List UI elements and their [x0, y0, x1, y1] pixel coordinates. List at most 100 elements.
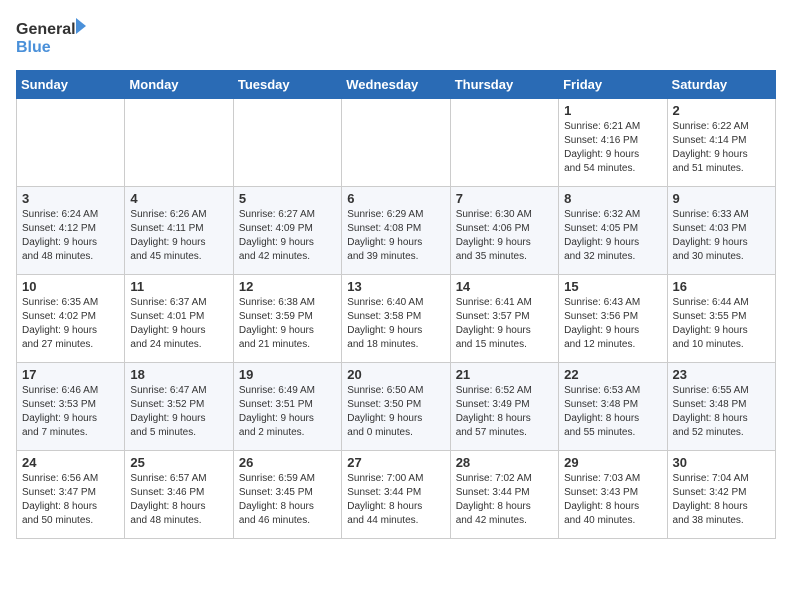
day-number: 30	[673, 455, 770, 470]
day-info: Sunrise: 6:52 AM Sunset: 3:49 PM Dayligh…	[456, 384, 553, 440]
weekday-header-row: SundayMondayTuesdayWednesdayThursdayFrid…	[17, 71, 776, 99]
day-info: Sunrise: 6:35 AM Sunset: 4:02 PM Dayligh…	[22, 296, 119, 352]
day-number: 20	[347, 367, 444, 382]
day-number: 11	[130, 279, 227, 294]
day-info: Sunrise: 6:32 AM Sunset: 4:05 PM Dayligh…	[564, 208, 661, 264]
calendar-cell	[17, 99, 125, 187]
calendar-cell: 3 Sunrise: 6:24 AM Sunset: 4:12 PM Daylig…	[17, 187, 125, 275]
calendar-cell: 13 Sunrise: 6:40 AM Sunset: 3:58 PM Dayli…	[342, 275, 450, 363]
weekday-header: Monday	[125, 71, 233, 99]
weekday-header: Wednesday	[342, 71, 450, 99]
day-info: Sunrise: 6:43 AM Sunset: 3:56 PM Dayligh…	[564, 296, 661, 352]
calendar-cell: 20 Sunrise: 6:50 AM Sunset: 3:50 PM Dayli…	[342, 363, 450, 451]
calendar-cell	[233, 99, 341, 187]
day-number: 4	[130, 191, 227, 206]
day-info: Sunrise: 6:46 AM Sunset: 3:53 PM Dayligh…	[22, 384, 119, 440]
calendar-cell: 8 Sunrise: 6:32 AM Sunset: 4:05 PM Daylig…	[559, 187, 667, 275]
logo-svg: GeneralBlue	[16, 16, 86, 58]
day-info: Sunrise: 6:47 AM Sunset: 3:52 PM Dayligh…	[130, 384, 227, 440]
day-info: Sunrise: 7:02 AM Sunset: 3:44 PM Dayligh…	[456, 472, 553, 528]
day-number: 15	[564, 279, 661, 294]
calendar-cell: 30 Sunrise: 7:04 AM Sunset: 3:42 PM Dayli…	[667, 451, 775, 539]
calendar-week-row: 3 Sunrise: 6:24 AM Sunset: 4:12 PM Daylig…	[17, 187, 776, 275]
day-info: Sunrise: 6:50 AM Sunset: 3:50 PM Dayligh…	[347, 384, 444, 440]
day-number: 19	[239, 367, 336, 382]
day-number: 6	[347, 191, 444, 206]
day-info: Sunrise: 6:22 AM Sunset: 4:14 PM Dayligh…	[673, 120, 770, 176]
day-number: 12	[239, 279, 336, 294]
day-number: 14	[456, 279, 553, 294]
calendar-week-row: 24 Sunrise: 6:56 AM Sunset: 3:47 PM Dayli…	[17, 451, 776, 539]
day-number: 28	[456, 455, 553, 470]
day-number: 2	[673, 103, 770, 118]
day-number: 18	[130, 367, 227, 382]
calendar-cell: 27 Sunrise: 7:00 AM Sunset: 3:44 PM Dayli…	[342, 451, 450, 539]
day-info: Sunrise: 6:26 AM Sunset: 4:11 PM Dayligh…	[130, 208, 227, 264]
calendar-cell: 2 Sunrise: 6:22 AM Sunset: 4:14 PM Daylig…	[667, 99, 775, 187]
calendar-cell: 10 Sunrise: 6:35 AM Sunset: 4:02 PM Dayli…	[17, 275, 125, 363]
weekday-header: Friday	[559, 71, 667, 99]
day-info: Sunrise: 6:44 AM Sunset: 3:55 PM Dayligh…	[673, 296, 770, 352]
calendar-cell: 14Sunrise: 6:41 AM Sunset: 3:57 PM Dayli…	[450, 275, 558, 363]
calendar-cell: 12 Sunrise: 6:38 AM Sunset: 3:59 PM Dayli…	[233, 275, 341, 363]
day-number: 8	[564, 191, 661, 206]
calendar-cell: 1 Sunrise: 6:21 AM Sunset: 4:16 PM Daylig…	[559, 99, 667, 187]
calendar-cell: 22 Sunrise: 6:53 AM Sunset: 3:48 PM Dayli…	[559, 363, 667, 451]
day-number: 7	[456, 191, 553, 206]
calendar-cell: 11 Sunrise: 6:37 AM Sunset: 4:01 PM Dayli…	[125, 275, 233, 363]
day-number: 1	[564, 103, 661, 118]
page-header: GeneralBlue	[16, 16, 776, 58]
calendar-cell: 9 Sunrise: 6:33 AM Sunset: 4:03 PM Daylig…	[667, 187, 775, 275]
day-info: Sunrise: 6:56 AM Sunset: 3:47 PM Dayligh…	[22, 472, 119, 528]
day-info: Sunrise: 6:55 AM Sunset: 3:48 PM Dayligh…	[673, 384, 770, 440]
svg-text:General: General	[16, 21, 76, 38]
calendar-cell	[125, 99, 233, 187]
day-number: 23	[673, 367, 770, 382]
day-info: Sunrise: 6:57 AM Sunset: 3:46 PM Dayligh…	[130, 472, 227, 528]
day-info: Sunrise: 7:03 AM Sunset: 3:43 PM Dayligh…	[564, 472, 661, 528]
day-info: Sunrise: 6:38 AM Sunset: 3:59 PM Dayligh…	[239, 296, 336, 352]
day-number: 27	[347, 455, 444, 470]
calendar-week-row: 10 Sunrise: 6:35 AM Sunset: 4:02 PM Dayli…	[17, 275, 776, 363]
day-number: 9	[673, 191, 770, 206]
day-info: Sunrise: 6:40 AM Sunset: 3:58 PM Dayligh…	[347, 296, 444, 352]
weekday-header: Sunday	[17, 71, 125, 99]
calendar-cell: 29 Sunrise: 7:03 AM Sunset: 3:43 PM Dayli…	[559, 451, 667, 539]
calendar-cell: 24 Sunrise: 6:56 AM Sunset: 3:47 PM Dayli…	[17, 451, 125, 539]
svg-text:Blue: Blue	[16, 39, 51, 56]
day-info: Sunrise: 6:29 AM Sunset: 4:08 PM Dayligh…	[347, 208, 444, 264]
calendar-cell: 17 Sunrise: 6:46 AM Sunset: 3:53 PM Dayli…	[17, 363, 125, 451]
day-number: 24	[22, 455, 119, 470]
day-number: 13	[347, 279, 444, 294]
calendar-cell	[450, 99, 558, 187]
day-number: 3	[22, 191, 119, 206]
calendar-cell: 26Sunrise: 6:59 AM Sunset: 3:45 PM Dayli…	[233, 451, 341, 539]
day-number: 16	[673, 279, 770, 294]
day-number: 22	[564, 367, 661, 382]
day-info: Sunrise: 6:24 AM Sunset: 4:12 PM Dayligh…	[22, 208, 119, 264]
calendar-cell: 6 Sunrise: 6:29 AM Sunset: 4:08 PM Daylig…	[342, 187, 450, 275]
calendar-cell: 5Sunrise: 6:27 AM Sunset: 4:09 PM Daylig…	[233, 187, 341, 275]
day-info: Sunrise: 6:37 AM Sunset: 4:01 PM Dayligh…	[130, 296, 227, 352]
calendar-cell: 18 Sunrise: 6:47 AM Sunset: 3:52 PM Dayli…	[125, 363, 233, 451]
calendar-cell: 19 Sunrise: 6:49 AM Sunset: 3:51 PM Dayli…	[233, 363, 341, 451]
weekday-header: Saturday	[667, 71, 775, 99]
day-info: Sunrise: 6:49 AM Sunset: 3:51 PM Dayligh…	[239, 384, 336, 440]
day-number: 25	[130, 455, 227, 470]
day-info: Sunrise: 6:33 AM Sunset: 4:03 PM Dayligh…	[673, 208, 770, 264]
day-number: 29	[564, 455, 661, 470]
logo: GeneralBlue	[16, 16, 86, 58]
weekday-header: Thursday	[450, 71, 558, 99]
day-info: Sunrise: 6:53 AM Sunset: 3:48 PM Dayligh…	[564, 384, 661, 440]
calendar-cell: 15 Sunrise: 6:43 AM Sunset: 3:56 PM Dayli…	[559, 275, 667, 363]
weekday-header: Tuesday	[233, 71, 341, 99]
day-number: 10	[22, 279, 119, 294]
calendar-cell: 7 Sunrise: 6:30 AM Sunset: 4:06 PM Daylig…	[450, 187, 558, 275]
day-number: 5	[239, 191, 336, 206]
calendar-week-row: 17 Sunrise: 6:46 AM Sunset: 3:53 PM Dayli…	[17, 363, 776, 451]
day-number: 17	[22, 367, 119, 382]
day-info: Sunrise: 6:21 AM Sunset: 4:16 PM Dayligh…	[564, 120, 661, 176]
day-info: Sunrise: 7:00 AM Sunset: 3:44 PM Dayligh…	[347, 472, 444, 528]
day-info: Sunrise: 7:04 AM Sunset: 3:42 PM Dayligh…	[673, 472, 770, 528]
day-info: Sunrise: 6:30 AM Sunset: 4:06 PM Dayligh…	[456, 208, 553, 264]
